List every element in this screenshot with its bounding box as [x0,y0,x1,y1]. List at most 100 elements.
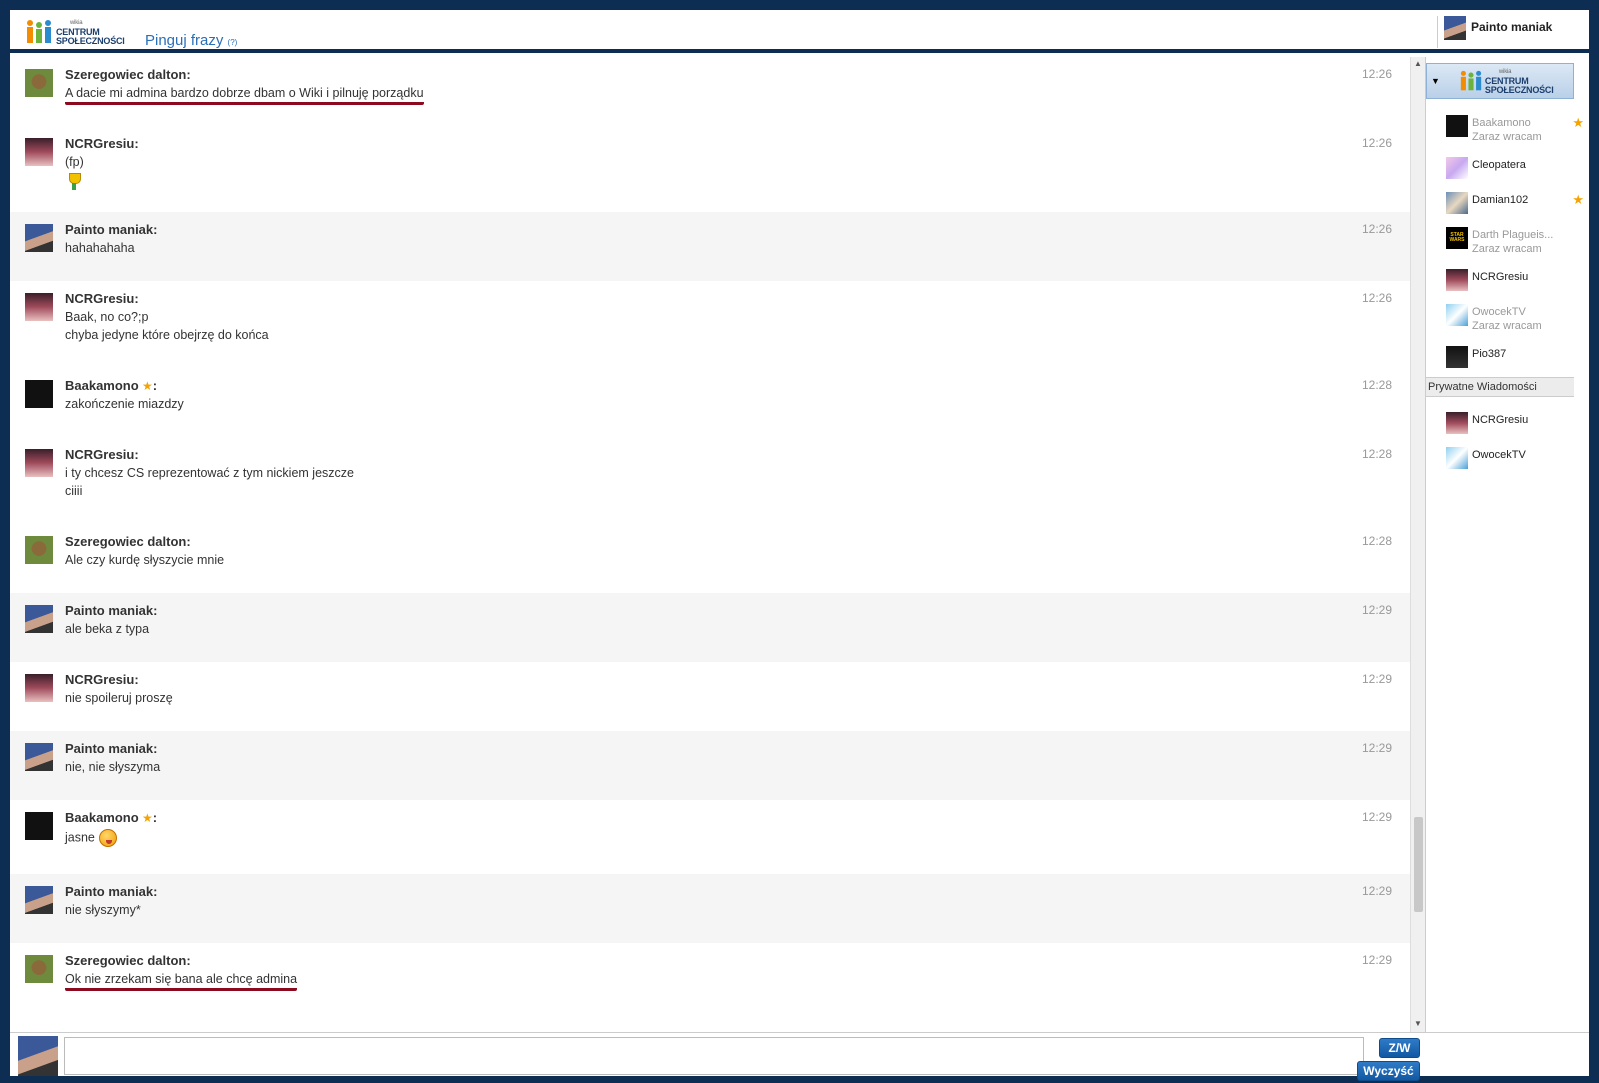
room-logo-text: wikia CENTRUM SPOŁECZNOŚCI [1484,68,1554,95]
sidebar-user-avatar [1446,115,1468,137]
moderator-star-icon: ★ [1572,115,1584,130]
message-avatar[interactable] [25,743,53,771]
sidebar-user-item[interactable]: Damian102 ★ [1446,192,1584,222]
message-avatar[interactable] [25,293,53,321]
chat-messages[interactable]: Szeregowiec dalton: 12:26 A dacie mi admin… [10,57,1425,1032]
moderator-star-icon: ★ [138,379,153,393]
sidebar-user-item[interactable]: Darth Plagueis... Zaraz wracam [1446,227,1581,257]
sidebar-user-avatar [1446,304,1468,326]
message-text: (fp) [65,155,84,169]
current-user-avatar [1444,16,1466,40]
scroll-up-arrow-icon[interactable]: ▲ [1414,59,1422,68]
message-username[interactable]: NCRGresiu: [65,672,139,687]
message-text: zakończenie miazdzy [65,397,184,411]
chat-message: Szeregowiec dalton: 12:29 Ok nie zrzekam s… [10,943,1410,1012]
sidebar-user-name: NCRGresiu [1472,271,1529,283]
message-text: nie, nie słyszyma [65,760,161,774]
sidebar-user-item[interactable]: OwocekTV Zaraz wracam [1446,304,1581,334]
header: wikia CENTRUM SPOŁECZNOŚCI Pinguj frazy … [10,10,1589,53]
message-username[interactable]: Baakamono ★: [65,378,157,393]
trophy-emoji-icon [68,173,81,191]
chat-message: Painto maniak: 12:29 nie słyszymy* [10,874,1410,943]
chat-message: Painto maniak: 12:29 nie, nie słyszyma [10,731,1410,800]
chat-message: NCRGresiu: 12:26 (fp) [10,126,1410,212]
ping-help-link[interactable]: (?) [228,38,238,47]
scroll-thumb[interactable] [1414,817,1423,912]
community-central-logo[interactable]: wikia CENTRUM SPOŁECZNOŚCI [26,16,125,48]
message-username[interactable]: Baakamono ★: [65,810,157,825]
sidebar-user-avatar [1446,346,1468,368]
message-timestamp: 12:29 [1361,953,1392,967]
chat-scrollbar[interactable]: ▲ ▼ [1410,57,1425,1032]
smiley-emoji-icon [98,829,117,847]
message-input[interactable] [64,1037,1364,1075]
message-username[interactable]: Painto maniak: [65,884,157,899]
message-avatar[interactable] [25,449,53,477]
moderator-star-icon: ★ [138,811,153,825]
chat-message: NCRGresiu: 12:26 Baak, no co?;p chyba jedyn… [10,281,1410,368]
chat-message: Szeregowiec dalton: 12:28 Ale czy kurdę sł… [10,524,1410,593]
private-user-name: NCRGresiu [1472,414,1529,426]
clear-button[interactable]: Wyczyść [1357,1061,1420,1081]
message-avatar[interactable] [25,224,53,252]
room-header[interactable]: ▼ wikia CENTRUM SPOŁECZNOŚCI [1426,63,1574,99]
private-message-user-item[interactable]: NCRGresiu [1446,412,1581,442]
message-text: hahahahaha [65,241,135,255]
message-text: i ty chcesz CS reprezentować z tym nicki… [65,466,354,480]
private-user-avatar [1446,412,1468,434]
message-avatar[interactable] [25,138,53,166]
sidebar-user-avatar [1446,269,1468,291]
sidebar-user-name: Baakamono [1472,117,1531,129]
message-username[interactable]: NCRGresiu: [65,447,139,462]
sidebar-user-item[interactable]: Pio387 [1446,346,1581,376]
message-username[interactable]: NCRGresiu: [65,291,139,306]
message-timestamp: 12:29 [1361,672,1392,686]
message-username[interactable]: Painto maniak: [65,603,157,618]
chat-message: Painto maniak: 12:29 ale beka z typa [10,593,1410,662]
message-avatar[interactable] [25,69,53,97]
message-username[interactable]: Szeregowiec dalton: [65,67,191,82]
scroll-down-arrow-icon[interactable]: ▼ [1414,1019,1422,1028]
message-avatar[interactable] [25,380,53,408]
sidebar-user-item[interactable]: Cleopatera [1446,157,1581,187]
sidebar-user-name: Pio387 [1472,348,1507,360]
logo-figures-icon [27,20,51,43]
message-username[interactable]: Szeregowiec dalton: [65,534,191,549]
message-username[interactable]: NCRGresiu: [65,136,139,151]
sidebar-user-item[interactable]: Baakamono Zaraz wracam ★ [1446,115,1584,145]
message-timestamp: 12:26 [1361,222,1392,236]
private-message-user-item[interactable]: OwocekTV [1446,447,1581,477]
message-timestamp: 12:29 [1361,884,1392,898]
chat-message: Baakamono ★: 12:29 jasne [10,800,1410,874]
sidebar-user-status: Zaraz wracam [1472,320,1542,332]
message-avatar[interactable] [25,955,53,983]
chat-message: Baakamono ★: 12:28 zakończenie miazdzy [10,368,1410,437]
message-timestamp: 12:26 [1361,136,1392,150]
message-text: ciiii [65,484,83,498]
collapse-triangle-icon[interactable]: ▼ [1431,76,1440,86]
message-username[interactable]: Szeregowiec dalton: [65,953,191,968]
sidebar-user-item[interactable]: NCRGresiu [1446,269,1581,299]
message-avatar[interactable] [25,674,53,702]
message-username[interactable]: Painto maniak: [65,741,157,756]
message-text: Baak, no co?;p [65,310,149,324]
private-user-avatar [1446,447,1468,469]
chat-message: Painto maniak: 12:26 hahahahaha [10,212,1410,281]
message-avatar[interactable] [25,886,53,914]
room-logo-icon [1460,70,1482,91]
message-timestamp: 12:28 [1361,534,1392,548]
message-avatar[interactable] [25,605,53,633]
message-avatar[interactable] [25,812,53,840]
private-user-name: OwocekTV [1472,449,1526,461]
sidebar-user-name: Cleopatera [1472,159,1526,171]
message-timestamp: 12:28 [1361,378,1392,392]
chat-message: NCRGresiu: 12:28 i ty chcesz CS reprezento… [10,437,1410,524]
user-sidebar: ▼ wikia CENTRUM SPOŁECZNOŚCI Prywatne Wi… [1425,57,1589,1032]
message-timestamp: 12:29 [1361,810,1392,824]
ping-phrases-link[interactable]: Pinguj frazy (?) [145,32,237,49]
chat-message: Szeregowiec dalton: 12:26 A dacie mi admin… [10,57,1410,126]
message-avatar[interactable] [25,536,53,564]
current-user[interactable]: Painto maniak [1437,16,1589,48]
message-username[interactable]: Painto maniak: [65,222,157,237]
away-button[interactable]: Z/W [1379,1038,1420,1058]
